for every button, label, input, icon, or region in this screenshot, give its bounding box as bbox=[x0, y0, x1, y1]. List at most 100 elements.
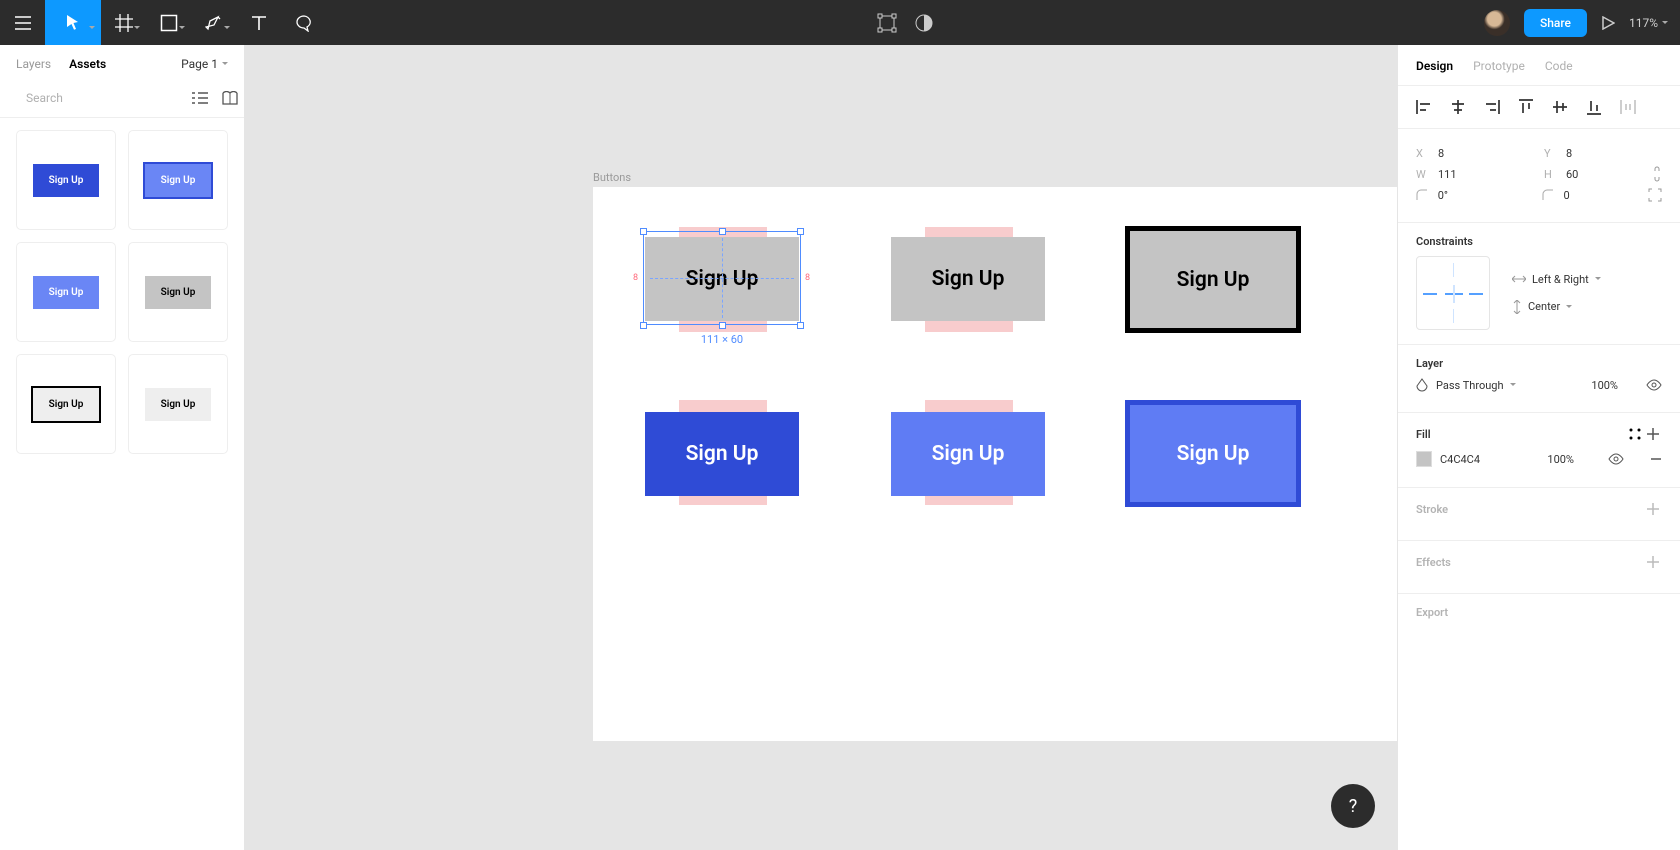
frame-label[interactable]: Buttons bbox=[593, 171, 631, 184]
move-tool[interactable] bbox=[45, 0, 101, 45]
canvas[interactable]: Buttons Sign Up Sign Up Sign Up Sign Up … bbox=[245, 45, 1397, 850]
canvas-button-6[interactable]: Sign Up bbox=[1125, 400, 1301, 507]
half-circle-icon bbox=[915, 14, 933, 32]
mask-tool[interactable] bbox=[915, 0, 933, 45]
add-effect-button[interactable] bbox=[1644, 553, 1662, 571]
constraint-box[interactable] bbox=[1416, 256, 1490, 330]
share-button[interactable]: Share bbox=[1524, 9, 1587, 37]
constrain-proportions-icon[interactable] bbox=[1652, 166, 1662, 182]
effects-section: Effects bbox=[1398, 541, 1680, 594]
selection-handle[interactable] bbox=[797, 322, 804, 329]
y-input[interactable]: 8 bbox=[1566, 147, 1636, 160]
bounding-box-icon bbox=[877, 13, 897, 33]
arrows-h-icon bbox=[1512, 274, 1526, 284]
asset-component[interactable]: Sign Up bbox=[16, 242, 116, 342]
asset-thumb: Sign Up bbox=[31, 386, 102, 423]
tab-prototype[interactable]: Prototype bbox=[1473, 59, 1525, 73]
y-label: Y bbox=[1544, 147, 1558, 160]
fill-hex-input[interactable]: C4C4C4 bbox=[1440, 453, 1480, 466]
topbar: Share 117% bbox=[0, 0, 1680, 45]
rectangle-icon bbox=[160, 14, 178, 32]
constraint-vertical[interactable]: Center bbox=[1512, 300, 1601, 314]
constraint-horizontal[interactable]: Left & Right bbox=[1512, 273, 1601, 286]
align-left-icon[interactable] bbox=[1414, 97, 1434, 117]
selection-dimension-label: 111 × 60 bbox=[645, 333, 799, 346]
pen-icon bbox=[205, 14, 223, 32]
canvas-button-2[interactable]: Sign Up bbox=[891, 237, 1045, 321]
selection-handle[interactable] bbox=[640, 228, 647, 235]
radius-input[interactable]: 0 bbox=[1564, 189, 1633, 202]
assets-search-input[interactable] bbox=[26, 91, 182, 105]
layer-opacity-input[interactable]: 100% bbox=[1591, 379, 1618, 392]
canvas-button-4[interactable]: Sign Up bbox=[645, 412, 799, 496]
edit-object-tool[interactable] bbox=[877, 0, 897, 45]
fill-opacity-input[interactable]: 100% bbox=[1547, 453, 1574, 466]
asset-component[interactable]: Sign Up bbox=[16, 354, 116, 454]
comment-icon bbox=[295, 14, 313, 32]
ruler-label-left: 8 bbox=[633, 273, 638, 283]
page-selector[interactable]: Page 1 bbox=[181, 57, 228, 71]
blend-icon bbox=[1416, 378, 1428, 392]
align-bottom-icon[interactable] bbox=[1584, 97, 1604, 117]
pen-tool[interactable] bbox=[191, 0, 236, 45]
fill-style-icon[interactable] bbox=[1626, 425, 1644, 443]
x-label: X bbox=[1416, 147, 1430, 160]
eye-icon[interactable] bbox=[1608, 453, 1624, 465]
align-top-icon[interactable] bbox=[1516, 97, 1536, 117]
asset-component[interactable]: Sign Up bbox=[16, 130, 116, 230]
w-input[interactable]: 111 bbox=[1438, 168, 1508, 181]
asset-component[interactable]: Sign Up bbox=[128, 242, 228, 342]
rotation-input[interactable]: 0° bbox=[1438, 189, 1507, 202]
h-label: H bbox=[1544, 168, 1558, 181]
align-right-icon[interactable] bbox=[1482, 97, 1502, 117]
play-icon bbox=[1601, 16, 1615, 30]
fill-swatch[interactable] bbox=[1416, 451, 1432, 467]
layer-title: Layer bbox=[1416, 357, 1443, 370]
tab-design[interactable]: Design bbox=[1416, 59, 1453, 73]
blend-mode-select[interactable]: Pass Through bbox=[1436, 379, 1516, 392]
text-icon bbox=[251, 15, 267, 31]
frame-tool[interactable] bbox=[101, 0, 146, 45]
text-tool[interactable] bbox=[236, 0, 281, 45]
canvas-button-3[interactable]: Sign Up bbox=[1125, 226, 1301, 333]
add-fill-button[interactable] bbox=[1644, 425, 1662, 443]
h-input[interactable]: 60 bbox=[1566, 168, 1636, 181]
comment-tool[interactable] bbox=[281, 0, 326, 45]
selection-handle[interactable] bbox=[797, 228, 804, 235]
cursor-icon bbox=[66, 14, 80, 32]
distribute-icon[interactable] bbox=[1618, 97, 1638, 117]
x-input[interactable]: 8 bbox=[1438, 147, 1508, 160]
alignment-controls bbox=[1398, 86, 1680, 129]
library-icon[interactable] bbox=[222, 91, 238, 105]
independent-corners-icon[interactable] bbox=[1648, 188, 1662, 202]
present-button[interactable] bbox=[1601, 0, 1615, 45]
selection-handle[interactable] bbox=[640, 322, 647, 329]
align-v-center-icon[interactable] bbox=[1550, 97, 1570, 117]
export-section: Export bbox=[1398, 594, 1680, 641]
eye-icon[interactable] bbox=[1646, 379, 1662, 391]
asset-thumb: Sign Up bbox=[33, 164, 100, 197]
add-stroke-button[interactable] bbox=[1644, 500, 1662, 518]
main-menu-button[interactable] bbox=[0, 0, 45, 45]
tab-layers[interactable]: Layers bbox=[16, 57, 51, 71]
asset-thumb: Sign Up bbox=[33, 276, 100, 309]
selection-handle[interactable] bbox=[719, 228, 726, 235]
tab-assets[interactable]: Assets bbox=[69, 57, 106, 71]
canvas-button-5[interactable]: Sign Up bbox=[891, 412, 1045, 496]
stroke-title: Stroke bbox=[1416, 503, 1448, 516]
hamburger-icon bbox=[15, 16, 31, 30]
help-button[interactable]: ? bbox=[1331, 784, 1375, 828]
export-title: Export bbox=[1416, 606, 1448, 619]
shape-tool[interactable] bbox=[146, 0, 191, 45]
fill-title: Fill bbox=[1416, 428, 1431, 441]
zoom-level[interactable]: 117% bbox=[1629, 16, 1668, 30]
tab-code[interactable]: Code bbox=[1545, 59, 1573, 73]
user-avatar[interactable] bbox=[1484, 10, 1510, 36]
selection-handle[interactable] bbox=[719, 322, 726, 329]
remove-fill-button[interactable] bbox=[1650, 453, 1662, 465]
selection-center-h bbox=[650, 278, 794, 279]
list-view-icon[interactable] bbox=[192, 91, 208, 105]
asset-component[interactable]: Sign Up bbox=[128, 130, 228, 230]
asset-component[interactable]: Sign Up bbox=[128, 354, 228, 454]
align-h-center-icon[interactable] bbox=[1448, 97, 1468, 117]
